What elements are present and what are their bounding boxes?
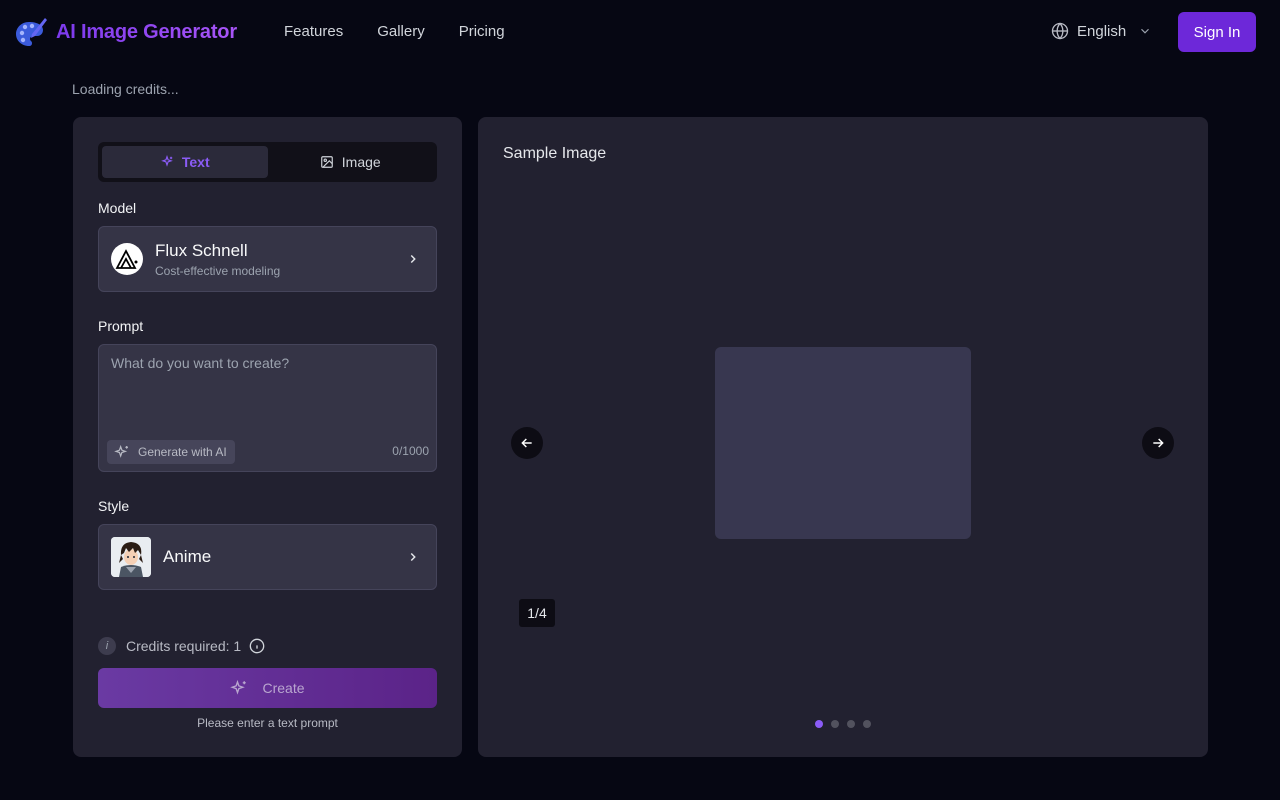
- sparkles-icon: [161, 155, 173, 167]
- language-selector[interactable]: English: [1051, 22, 1152, 40]
- top-header: AI Image Generator Features Gallery Pric…: [0, 0, 1280, 64]
- model-description: Cost-effective modeling: [155, 263, 281, 278]
- language-label: English: [1077, 22, 1127, 40]
- brand-name: AI Image Generator: [56, 20, 237, 43]
- previous-button[interactable]: [511, 427, 543, 459]
- sign-in-button[interactable]: Sign In: [1178, 12, 1256, 52]
- model-logo: [111, 243, 143, 275]
- character-counter: 0/1000: [392, 444, 429, 458]
- flux-logo-icon: [115, 249, 138, 269]
- palette-icon: [16, 18, 47, 46]
- chevron-right-icon: [410, 254, 416, 264]
- image-counter-badge: 1/4: [519, 599, 555, 627]
- image-icon: [320, 156, 333, 168]
- chevron-right-icon: [410, 552, 416, 562]
- main-nav: Features Gallery Pricing: [284, 23, 505, 40]
- sample-panel: Sample Image 1/4: [478, 117, 1208, 757]
- arrow-left-icon: [521, 438, 532, 448]
- globe-icon: [1051, 22, 1069, 40]
- carousel-dot[interactable]: [863, 720, 871, 728]
- create-label: Create: [262, 680, 305, 696]
- credits-loading-text: Loading credits...: [72, 81, 179, 97]
- style-name: Anime: [163, 547, 212, 566]
- sparkles-icon: [230, 679, 247, 695]
- credits-required-text: Credits required: 1: [126, 638, 242, 654]
- carousel-dot[interactable]: [815, 720, 823, 728]
- tab-image[interactable]: Image: [268, 146, 434, 178]
- style-thumbnail: [111, 537, 151, 577]
- nav-pricing[interactable]: Pricing: [459, 23, 505, 40]
- arrow-right-icon: [1153, 438, 1164, 448]
- generator-panel: Text Image Model Flux Schnell Cost-effec…: [73, 117, 462, 757]
- prompt-hint: Please enter a text prompt: [197, 716, 338, 730]
- carousel-dot[interactable]: [831, 720, 839, 728]
- model-label: Model: [98, 200, 137, 216]
- tab-text[interactable]: Text: [102, 146, 268, 178]
- info-icon: i: [98, 637, 116, 655]
- model-name: Flux Schnell: [155, 240, 248, 260]
- style-label: Style: [98, 498, 130, 514]
- sparkles-icon: [114, 444, 128, 458]
- mode-tabs: Text Image: [98, 142, 437, 182]
- sample-image-preview: [715, 347, 971, 539]
- credits-required-row: i Credits required: 1: [98, 637, 265, 655]
- tab-text-label: Text: [181, 154, 210, 170]
- prompt-label: Prompt: [98, 318, 144, 334]
- model-selector[interactable]: Flux Schnell Cost-effective modeling: [98, 226, 437, 292]
- next-button[interactable]: [1142, 427, 1174, 459]
- create-button[interactable]: Create: [98, 668, 437, 708]
- brand-logo[interactable]: AI Image Generator: [15, 16, 237, 48]
- sample-title: Sample Image: [503, 145, 607, 162]
- tab-image-label: Image: [341, 154, 381, 170]
- style-selector[interactable]: Anime: [98, 524, 437, 590]
- info-circle-icon[interactable]: [249, 638, 265, 654]
- prompt-box: Generate with AI 0/1000: [98, 344, 437, 472]
- carousel-dots: [815, 720, 871, 728]
- carousel-dot[interactable]: [847, 720, 855, 728]
- nav-features[interactable]: Features: [284, 23, 343, 40]
- generate-with-ai-button[interactable]: Generate with AI: [107, 440, 235, 464]
- nav-gallery[interactable]: Gallery: [377, 23, 425, 40]
- generate-with-ai-label: Generate with AI: [138, 445, 227, 459]
- anime-character-icon: [111, 537, 151, 577]
- chevron-down-icon: [1141, 28, 1150, 34]
